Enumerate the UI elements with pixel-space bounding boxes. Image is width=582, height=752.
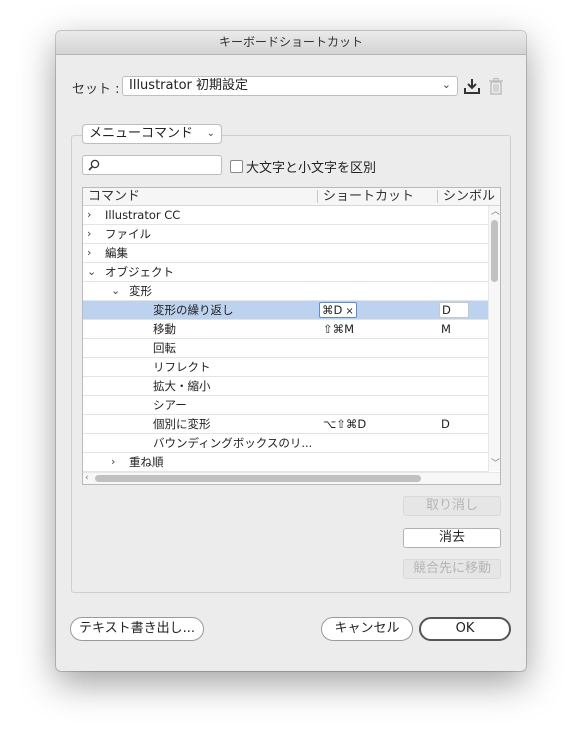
- command-cell: ファイル: [105, 227, 151, 241]
- table-row[interactable]: 個別に変形 ⌥⇧⌘D D: [83, 415, 489, 434]
- vertical-scrollbar[interactable]: ︿ ﹀: [488, 206, 500, 471]
- command-table: コマンド ショートカット シンボル › Illustrator CC › ファイル › 編…: [82, 187, 501, 485]
- magnifier-icon: [88, 159, 100, 171]
- symbol-cell: D: [441, 417, 450, 431]
- clear-shortcut-icon[interactable]: ×: [345, 306, 353, 317]
- chevron-down-icon[interactable]: ⌄: [87, 263, 96, 281]
- case-sensitive-checkbox[interactable]: [230, 160, 243, 173]
- table-row[interactable]: › 重ね順: [83, 453, 489, 472]
- command-cell: 変形: [129, 284, 152, 298]
- command-cell: Illustrator CC: [105, 208, 181, 222]
- cancel-button[interactable]: キャンセル: [321, 617, 413, 641]
- command-cell: 変形の繰り返し: [153, 303, 234, 317]
- scroll-left-arrow-icon[interactable]: ‹: [85, 474, 89, 483]
- symbol-edit-field[interactable]: D: [439, 302, 469, 318]
- shortcut-cell: ⌥⇧⌘D: [323, 417, 367, 431]
- table-row[interactable]: 拡大・縮小: [83, 377, 489, 396]
- command-cell: 重ね順: [129, 455, 164, 469]
- chevron-right-icon[interactable]: ›: [87, 244, 91, 262]
- chevron-down-icon: ⌄: [441, 78, 451, 91]
- vertical-scroll-thumb[interactable]: [491, 220, 498, 282]
- table-row[interactable]: シアー: [83, 396, 489, 415]
- command-cell: 回転: [153, 341, 176, 355]
- header-symbol[interactable]: シンボル: [443, 189, 495, 204]
- symbol-cell: M: [441, 322, 451, 336]
- shortcut-edit-value: ⌘D: [322, 303, 343, 317]
- chevron-down-icon: ⌄: [206, 128, 215, 139]
- chevron-down-icon[interactable]: ⌄: [111, 282, 120, 300]
- export-text-button[interactable]: テキスト書き出し...: [70, 617, 204, 641]
- menu-command-select[interactable]: メニューコマンド ⌄: [82, 124, 222, 144]
- header-command[interactable]: コマンド: [88, 189, 140, 204]
- scroll-up-arrow-icon[interactable]: ︿: [491, 208, 500, 217]
- header-shortcut[interactable]: ショートカット: [323, 189, 414, 204]
- table-row[interactable]: リフレクト: [83, 358, 489, 377]
- table-row[interactable]: 回転: [83, 339, 489, 358]
- table-row[interactable]: バウンディングボックスのリ...: [83, 434, 489, 453]
- window-title: キーボードショートカット: [56, 31, 526, 55]
- set-select[interactable]: Illustrator 初期設定 ⌄: [122, 76, 458, 96]
- ok-button[interactable]: OK: [419, 617, 511, 641]
- shortcut-edit-field[interactable]: ⌘D ×: [319, 302, 357, 318]
- set-label: セット :: [72, 82, 120, 97]
- table-row[interactable]: 移動 ⇧⌘M M: [83, 320, 489, 339]
- table-row[interactable]: 変形の繰り返し ⌘D × D: [83, 301, 489, 320]
- go-to-conflict-button[interactable]: 競合先に移動: [403, 559, 501, 579]
- horizontal-scroll-thumb[interactable]: [95, 475, 421, 482]
- search-input[interactable]: [82, 155, 222, 175]
- case-sensitive-label: 大文字と小文字を区別: [246, 161, 377, 176]
- command-cell: バウンディングボックスのリ...: [153, 436, 313, 450]
- command-cell: シアー: [153, 398, 187, 412]
- trash-icon[interactable]: [487, 77, 507, 97]
- command-cell: オブジェクト: [105, 265, 174, 279]
- command-cell: 個別に変形: [153, 417, 211, 431]
- command-cell: 移動: [153, 322, 176, 336]
- undo-button[interactable]: 取り消し: [403, 496, 501, 516]
- scroll-down-arrow-icon[interactable]: ﹀: [491, 460, 500, 469]
- chevron-right-icon[interactable]: ›: [111, 453, 115, 471]
- chevron-right-icon[interactable]: ›: [87, 225, 91, 243]
- keyboard-shortcuts-dialog: キーボードショートカット セット : Illustrator 初期設定 ⌄ メニ…: [56, 31, 526, 671]
- table-header: コマンド ショートカット シンボル: [83, 188, 500, 206]
- set-select-value: Illustrator 初期設定: [129, 78, 249, 93]
- command-cell: 拡大・縮小: [153, 379, 211, 393]
- menu-command-select-value: メニューコマンド: [89, 126, 194, 141]
- table-row[interactable]: › ファイル: [83, 225, 489, 244]
- horizontal-scrollbar[interactable]: ‹: [83, 472, 500, 484]
- command-cell: 編集: [105, 246, 128, 260]
- chevron-right-icon[interactable]: ›: [87, 206, 91, 224]
- shortcut-cell: ⇧⌘M: [323, 322, 355, 336]
- table-row[interactable]: › 編集: [83, 244, 489, 263]
- command-cell: リフレクト: [153, 360, 211, 374]
- table-row[interactable]: › Illustrator CC: [83, 206, 489, 225]
- save-set-icon[interactable]: [463, 77, 483, 97]
- table-row[interactable]: ⌄ オブジェクト: [83, 263, 489, 282]
- table-row[interactable]: ⌄ 変形: [83, 282, 489, 301]
- clear-button[interactable]: 消去: [403, 528, 501, 548]
